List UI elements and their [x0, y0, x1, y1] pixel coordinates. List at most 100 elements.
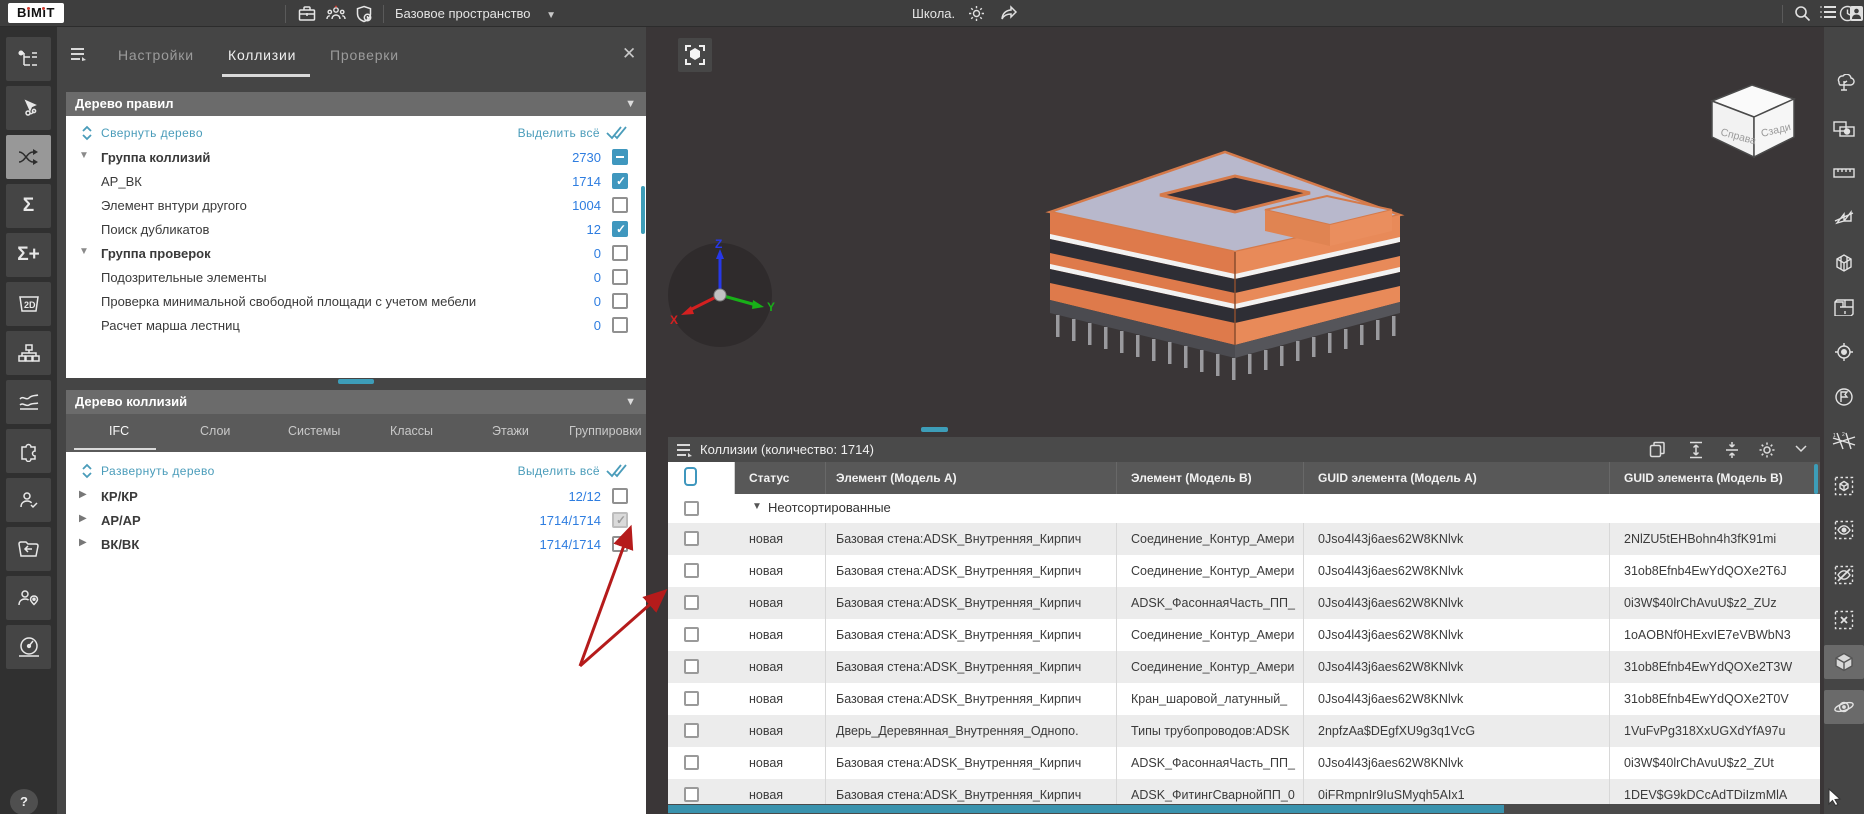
vertical-scrollbar-thumb[interactable] [641, 186, 645, 234]
tree-item[interactable]: Подозрительные элементы 0 [66, 266, 646, 290]
settings-gear-icon[interactable] [968, 5, 988, 23]
table-row[interactable]: новая Базовая стена:ADSK_Внутренняя_Кирп… [668, 555, 1820, 587]
subtab-groupings[interactable]: Группировки [569, 424, 642, 438]
ruler-icon[interactable] [1827, 156, 1861, 190]
column-header-element-a[interactable]: Элемент (Модель А) [826, 462, 1117, 494]
tree-item[interactable]: Проверка минимальной свободной площади с… [66, 290, 646, 314]
subtab-layers[interactable]: Слои [200, 424, 230, 438]
column-header-guid-b[interactable]: GUID элемента (Модель B) [1610, 462, 1820, 494]
view-cube[interactable]: Справа Сзади [1700, 73, 1808, 163]
app-logo[interactable]: BıMıT [8, 3, 64, 23]
menu-list-icon[interactable] [1820, 5, 1840, 23]
2d-view-icon[interactable]: 2D [6, 282, 51, 326]
plugins-icon[interactable] [6, 429, 51, 473]
checkbox-unchecked[interactable] [612, 293, 628, 309]
checkbox-unchecked[interactable] [612, 269, 628, 285]
checkbox-unchecked[interactable] [684, 787, 699, 802]
tab-settings[interactable]: Настройки [118, 47, 194, 63]
shield-status-icon[interactable] [355, 5, 375, 23]
tab-collisions[interactable]: Коллизии [228, 47, 296, 63]
clear-selection-icon[interactable] [1827, 603, 1861, 637]
double-check-icon[interactable] [606, 125, 630, 141]
table-settings-gear-icon[interactable] [1758, 441, 1776, 459]
select-box-icon[interactable] [1827, 469, 1861, 503]
tree-item[interactable]: АР_ВК 1714 [66, 170, 646, 194]
capture-region-icon[interactable] [1827, 112, 1861, 146]
column-header-guid-a[interactable]: GUID элемента (Модель А) [1304, 462, 1610, 494]
flag-point-icon[interactable] [1827, 380, 1861, 414]
workspace-selector[interactable]: Базовое пространство ▼ [395, 6, 556, 21]
subtab-ifc[interactable]: IFC [109, 424, 129, 438]
export-folder-icon[interactable] [6, 527, 51, 571]
column-header-element-b[interactable]: Элемент (Модель B) [1117, 462, 1304, 494]
floor-plan-icon[interactable] [1827, 290, 1861, 324]
caret-right-icon[interactable]: ▶ [79, 489, 87, 500]
focus-model-button[interactable] [678, 38, 712, 72]
model-tree-icon[interactable] [6, 37, 51, 81]
tree-item[interactable]: ▼ Группа проверок 0 [66, 242, 646, 266]
select-all-checkbox[interactable] [684, 467, 697, 486]
caret-right-icon[interactable]: ▶ [79, 513, 87, 524]
caret-right-icon[interactable]: ▶ [79, 537, 87, 548]
charts-icon[interactable] [6, 380, 51, 424]
dashboard-gauge-icon[interactable] [6, 625, 51, 669]
checkbox-unchecked[interactable] [612, 317, 628, 333]
table-row[interactable]: новая Базовая стена:ADSK_Внутренняя_Кирп… [668, 523, 1820, 555]
axis-gizmo[interactable]: Z X Y [664, 239, 776, 351]
checkbox-unchecked[interactable] [684, 723, 699, 738]
select-all-link[interactable]: Выделить всё [518, 464, 600, 478]
collapse-panel-chevron-icon[interactable] [1794, 441, 1812, 459]
sum-icon[interactable]: Σ [6, 184, 51, 228]
checkbox-checked[interactable] [612, 221, 628, 237]
tree-item[interactable]: Элемент внтури другого 1004 [66, 194, 646, 218]
table-row[interactable]: новая Базовая стена:ADSK_Внутренняя_Кирп… [668, 651, 1820, 683]
double-check-icon[interactable] [606, 463, 630, 479]
expand-tree-link[interactable]: Развернуть дерево [101, 464, 215, 478]
close-icon[interactable]: ✕ [622, 44, 636, 64]
collisions-icon[interactable] [6, 135, 51, 179]
locate-target-icon[interactable] [1827, 335, 1861, 369]
checkbox-checked[interactable] [612, 173, 628, 189]
horizontal-scrollbar-thumb[interactable] [668, 805, 1504, 813]
checkbox-unchecked[interactable] [684, 755, 699, 770]
table-row[interactable]: новая Дверь_Деревянная_Внутренняя_Однопо… [668, 715, 1820, 747]
share-icon[interactable] [1000, 5, 1020, 23]
building-model-3d[interactable] [1040, 140, 1410, 390]
select-all-link[interactable]: Выделить всё [518, 126, 600, 140]
subtab-systems[interactable]: Системы [288, 424, 340, 438]
panel-splitter-handle[interactable] [338, 379, 374, 384]
horizontal-scrollbar[interactable] [668, 804, 1820, 814]
account-icon[interactable] [1850, 6, 1863, 21]
column-header-status[interactable]: Статус [735, 462, 826, 494]
caret-down-icon[interactable]: ▼ [752, 501, 762, 512]
briefcase-icon[interactable] [298, 5, 318, 23]
caret-down-icon[interactable]: ▼ [79, 150, 89, 161]
checkbox-unchecked[interactable] [612, 245, 628, 261]
checkbox-indeterminate[interactable] [612, 149, 628, 165]
team-icon[interactable] [326, 5, 346, 23]
rules-tree-header[interactable]: Дерево правил ▼ [66, 92, 646, 116]
table-row[interactable]: новая Базовая стена:ADSK_Внутренняя_Кирп… [668, 619, 1820, 651]
show-selected-icon[interactable] [1827, 513, 1861, 547]
tree-item[interactable]: ▼ Группа коллизий 2730 [66, 146, 646, 170]
checkbox-unchecked[interactable] [612, 197, 628, 213]
table-splitter-handle[interactable] [921, 427, 948, 432]
table-row[interactable]: новая Базовая стена:ADSK_Внутренняя_Кирп… [668, 683, 1820, 715]
collapse-tree-link[interactable]: Свернуть дерево [101, 126, 203, 140]
table-menu-icon[interactable] [676, 443, 695, 458]
collision-tree-header[interactable]: Дерево коллизий ▼ [66, 390, 646, 414]
flip-section-icon[interactable] [1827, 201, 1861, 235]
checkbox-unchecked[interactable] [684, 691, 699, 706]
solid-view-icon[interactable] [1824, 645, 1864, 679]
vegetation-icon[interactable] [1827, 67, 1861, 101]
subtab-floors[interactable]: Этажи [492, 424, 529, 438]
caret-down-icon[interactable]: ▼ [79, 246, 89, 257]
search-icon[interactable] [1794, 5, 1814, 23]
section-box-icon[interactable] [1827, 246, 1861, 280]
orbit-icon[interactable] [1824, 690, 1864, 724]
expand-tree-icon[interactable] [81, 463, 93, 479]
structure-icon[interactable] [6, 331, 51, 375]
tab-checks[interactable]: Проверки [330, 47, 399, 63]
expand-rows-icon[interactable] [1688, 441, 1706, 459]
grid-axes-icon[interactable]: 12 [1827, 424, 1861, 458]
